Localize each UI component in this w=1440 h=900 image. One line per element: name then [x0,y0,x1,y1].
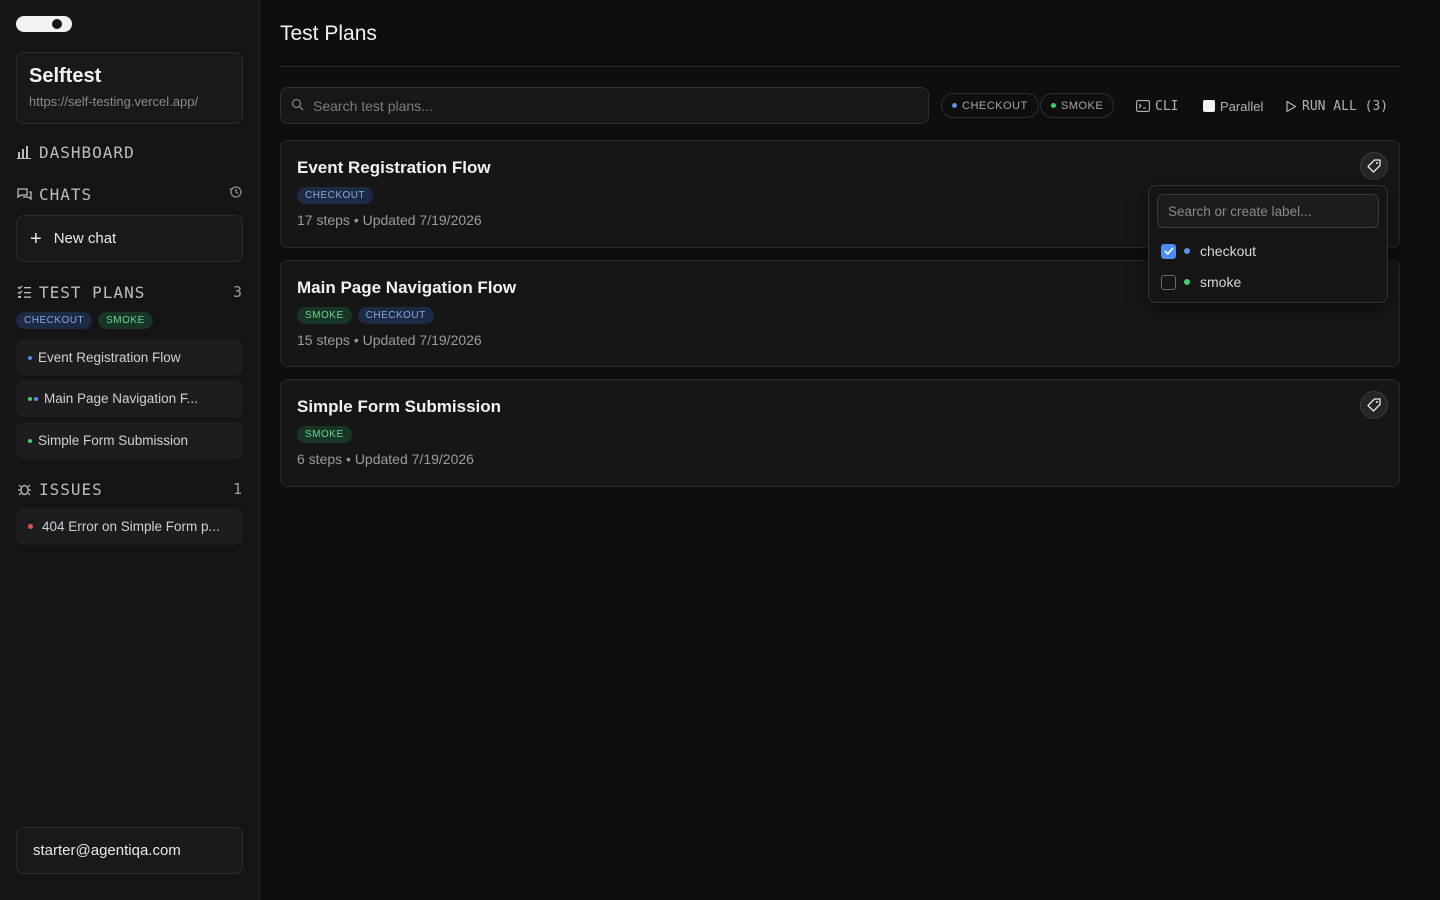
sidebar-issue-item[interactable]: 404 Error on Simple Form p... [16,508,243,545]
label-search-input[interactable] [1157,194,1379,228]
filter-checkout-label: CHECKOUT [962,99,1028,112]
nav-test-plans[interactable]: TEST PLANS 3 [16,281,243,303]
tag-smoke: SMOKE [297,307,352,324]
smoke-dot [28,396,32,401]
issues-count: 1 [232,480,243,498]
nav-issues-label: ISSUES [39,479,103,499]
label-option-checkout[interactable]: checkout [1161,241,1256,261]
tag-icon[interactable] [1360,152,1388,180]
card-title: Simple Form Submission [297,397,502,416]
tag-icon[interactable] [1360,391,1388,419]
tag-smoke[interactable]: SMOKE [98,312,153,329]
nav-chats-label: CHATS [39,184,93,204]
filter-checkout[interactable]: CHECKOUT [941,93,1039,118]
play-icon [1285,100,1297,113]
cli-button[interactable]: CLI [1136,95,1178,117]
smoke-dot [1051,103,1056,108]
filter-smoke[interactable]: SMOKE [1040,93,1115,118]
tag-checkout: CHECKOUT [357,307,434,324]
user-account[interactable]: starter@agentiqa.com [16,827,243,874]
card-title: Main Page Navigation Flow [297,278,517,297]
project-card[interactable]: Selftest https://self-testing.vercel.app… [16,52,243,124]
search-icon [291,96,304,115]
issue-item-label: 404 Error on Simple Form p... [42,519,220,534]
sidebar: Selftest https://self-testing.vercel.app… [0,0,260,900]
card-tags: CHECKOUT [297,187,374,204]
history-icon[interactable] [229,185,243,203]
smoke-dot [1184,279,1190,285]
user-email: starter@agentiqa.com [33,842,181,859]
page-title: Test Plans [280,22,377,45]
nav-dashboard-label: DASHBOARD [39,142,135,162]
project-url: https://self-testing.vercel.app/ [29,94,199,109]
new-chat-button[interactable]: + New chat [16,215,243,262]
checkout-dot [34,396,38,401]
plan-item-label: Simple Form Submission [38,433,189,448]
run-all-label: RUN ALL (3) [1302,98,1389,114]
search-box[interactable] [280,87,929,124]
tag-smoke: SMOKE [297,426,352,443]
nav-test-plans-label: TEST PLANS [39,282,146,302]
checkbox-checked[interactable] [1161,243,1176,259]
bar-chart-icon [16,144,32,160]
plan-item-label: Main Page Navigation F... [44,391,198,406]
label-option-smoke[interactable]: smoke [1161,272,1241,292]
cli-label: CLI [1155,98,1179,114]
card-tags: SMOKE [297,426,352,443]
label-option-text: checkout [1200,243,1257,259]
label-option-text: smoke [1200,274,1242,290]
checklist-icon [16,284,32,300]
issue-dot [28,524,33,529]
parallel-checkbox[interactable] [1203,100,1215,112]
chat-icon [16,186,32,202]
new-chat-label: New chat [53,230,117,247]
card-title: Event Registration Flow [297,158,491,177]
card-meta: 6 steps • Updated 7/19/2026 [297,451,474,467]
smoke-dot [28,438,32,443]
tag-checkout: CHECKOUT [297,187,374,204]
card-meta: 15 steps • Updated 7/19/2026 [297,332,482,348]
checkout-dot [28,355,32,360]
run-all-button[interactable]: RUN ALL (3) [1285,95,1388,117]
divider [280,66,1400,67]
nav-dashboard[interactable]: DASHBOARD [16,141,243,163]
checkbox-unchecked[interactable] [1161,274,1176,290]
project-name: Selftest [29,65,102,87]
sidebar-tag-filters: CHECKOUT SMOKE [16,312,153,329]
sidebar-plan-item[interactable]: Simple Form Submission [16,422,243,459]
card-tags: SMOKE CHECKOUT [297,307,434,324]
card-meta: 17 steps • Updated 7/19/2026 [297,212,482,228]
label-popover: checkout smoke [1148,185,1388,303]
search-input[interactable] [313,97,893,114]
tag-checkout[interactable]: CHECKOUT [16,312,93,329]
checkout-dot [1184,248,1190,254]
toggle-knob [52,19,62,29]
checkout-dot [952,103,957,108]
plus-icon: + [30,227,42,250]
terminal-icon [1136,100,1150,112]
parallel-toggle[interactable]: Parallel [1203,95,1263,117]
parallel-label: Parallel [1220,98,1264,114]
sidebar-plan-item[interactable]: Main Page Navigation F... [16,380,243,417]
nav-chats[interactable]: CHATS [16,183,243,205]
main-content: Test Plans CHECKOUT SMOKE CLI Parallel R… [280,0,1400,900]
bug-icon [16,481,32,497]
plan-item-label: Event Registration Flow [38,350,181,365]
sidebar-plan-item[interactable]: Event Registration Flow [16,339,243,376]
nav-issues[interactable]: ISSUES 1 [16,478,243,500]
test-plan-card[interactable]: Simple Form Submission SMOKE 6 steps • U… [280,379,1400,487]
filter-smoke-label: SMOKE [1061,99,1104,112]
theme-toggle[interactable] [16,16,72,32]
test-plans-count: 3 [232,283,243,301]
